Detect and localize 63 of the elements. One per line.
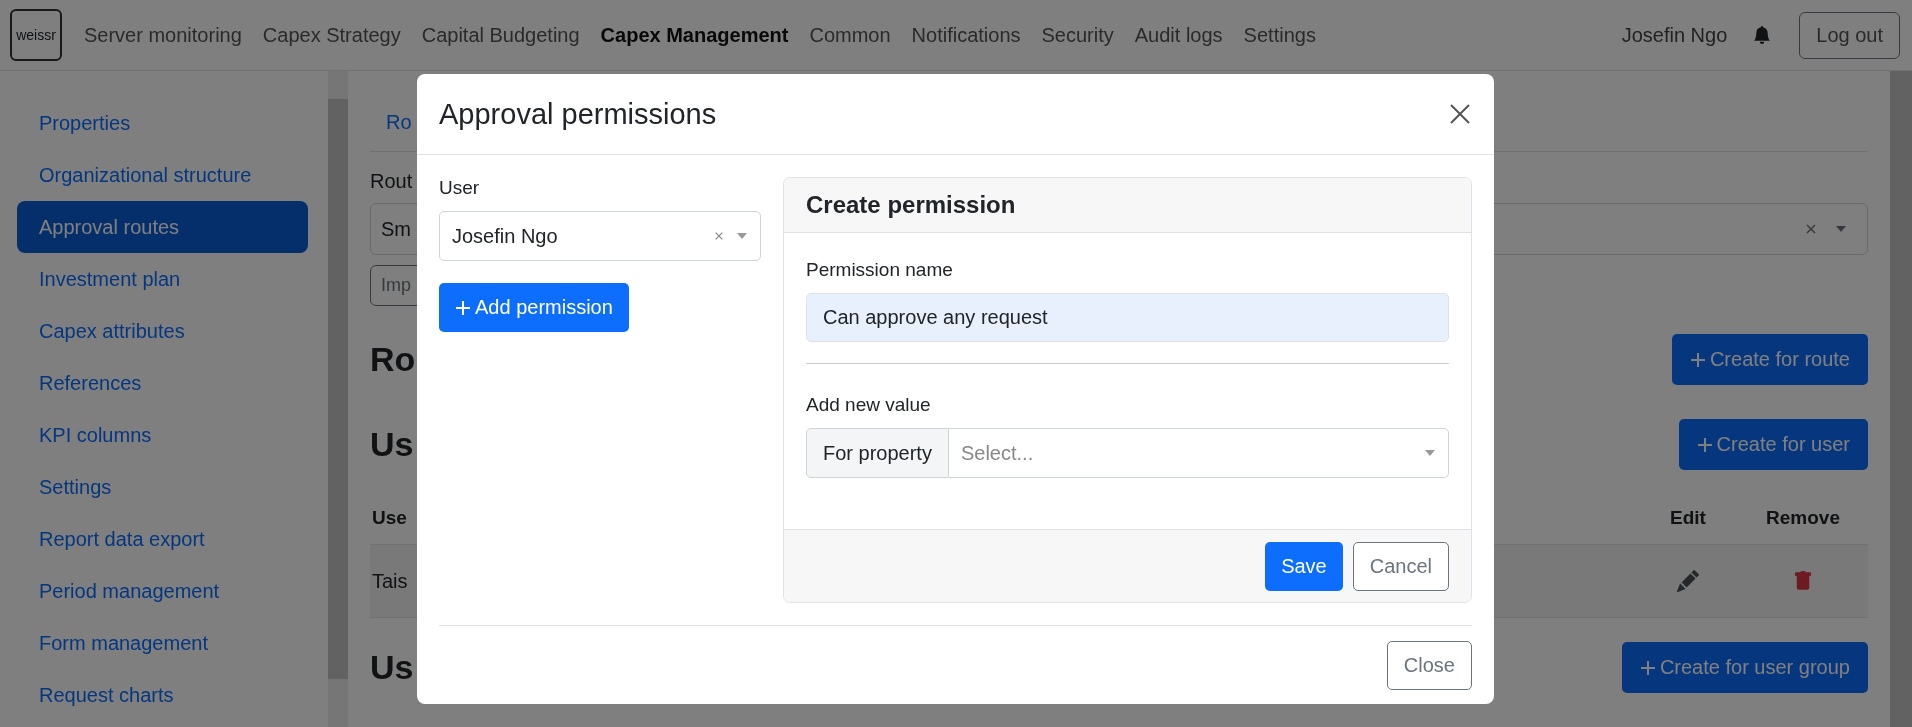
plus-icon — [1639, 660, 1656, 676]
column-header: Edit — [1669, 507, 1707, 529]
caret-icon — [736, 232, 748, 240]
field-label: Add new value — [806, 394, 932, 416]
nav-link[interactable]: Security — [1041, 23, 1114, 47]
field-label: User — [439, 177, 481, 199]
sidebar-item[interactable]: Period management — [17, 565, 308, 617]
property-select[interactable]: Select... — [948, 428, 1449, 478]
caret-icon — [1424, 449, 1436, 457]
logout-button[interactable]: Log out — [1799, 11, 1900, 59]
scrollbar[interactable] — [1890, 71, 1912, 727]
close-icon[interactable] — [1448, 102, 1472, 126]
nav-link[interactable]: Capex Strategy — [262, 23, 401, 47]
column-header: Use — [371, 507, 408, 529]
modal-title: Approval permissions — [439, 97, 717, 131]
field-label: Permission name — [806, 259, 954, 281]
sidebar-item[interactable]: Properties — [17, 97, 308, 149]
clear-icon[interactable] — [1805, 223, 1817, 235]
clear-icon[interactable] — [714, 231, 724, 241]
plus-icon — [1689, 352, 1706, 368]
sidebar-item[interactable]: Capex attributes — [17, 305, 308, 357]
scrollbar[interactable] — [328, 71, 348, 727]
table-cell-text: Tais — [371, 569, 409, 593]
sidebar-item[interactable]: References — [17, 357, 308, 409]
cancel-button[interactable]: Cancel — [1352, 541, 1449, 591]
sidebar-item[interactable]: Approval routes — [17, 201, 308, 253]
nav-link[interactable]: Notifications — [911, 23, 1021, 47]
logo[interactable]: weissr — [10, 9, 62, 61]
sidebar-item[interactable]: Request charts — [17, 669, 308, 721]
field-label: Rout — [370, 170, 413, 193]
create-button[interactable]: Create for user group — [1621, 642, 1868, 693]
nav-link[interactable]: Audit logs — [1134, 23, 1223, 47]
card-title: Create permission — [806, 191, 1016, 219]
nav-link[interactable]: Capital Budgeting — [421, 23, 580, 47]
trash-icon[interactable] — [1793, 570, 1813, 592]
nav-link[interactable]: Common — [809, 23, 891, 47]
sidebar-item[interactable]: Form management — [17, 617, 308, 669]
sidebar-item[interactable]: KPI columns — [17, 409, 308, 461]
plus-icon — [1696, 437, 1713, 453]
add-permission-button[interactable]: Add permission — [439, 283, 629, 332]
input-addon: For property — [806, 428, 949, 478]
sidebar-item[interactable]: Report data export — [17, 513, 308, 565]
bell-icon[interactable] — [1753, 25, 1772, 45]
create-button[interactable]: Create for route — [1671, 334, 1868, 385]
section-heading: Us — [370, 648, 414, 687]
pencil-icon[interactable] — [1677, 570, 1699, 592]
nav-link[interactable]: Server monitoring — [84, 23, 242, 47]
nav-link[interactable]: Capex Management — [600, 23, 789, 47]
caret-icon — [1835, 225, 1847, 233]
user-select[interactable]: Josefin Ngo — [439, 211, 761, 261]
save-button[interactable]: Save — [1265, 541, 1343, 591]
permission-name-field[interactable]: Can approve any request — [806, 293, 1449, 342]
sidebar-item[interactable]: Investment plan — [17, 253, 308, 305]
user-name: Josefin Ngo — [1621, 23, 1728, 47]
section-heading: Ro — [370, 340, 416, 379]
nav-link[interactable]: Settings — [1243, 23, 1316, 47]
sidebar-item[interactable]: Settings — [17, 461, 308, 513]
close-button[interactable]: Close — [1386, 640, 1472, 690]
column-header: Remove — [1765, 507, 1841, 529]
create-button[interactable]: Create for user — [1678, 419, 1868, 470]
plus-icon — [455, 300, 471, 316]
sidebar-item[interactable]: Organizational structure — [17, 149, 308, 201]
section-heading: Us — [370, 425, 414, 464]
